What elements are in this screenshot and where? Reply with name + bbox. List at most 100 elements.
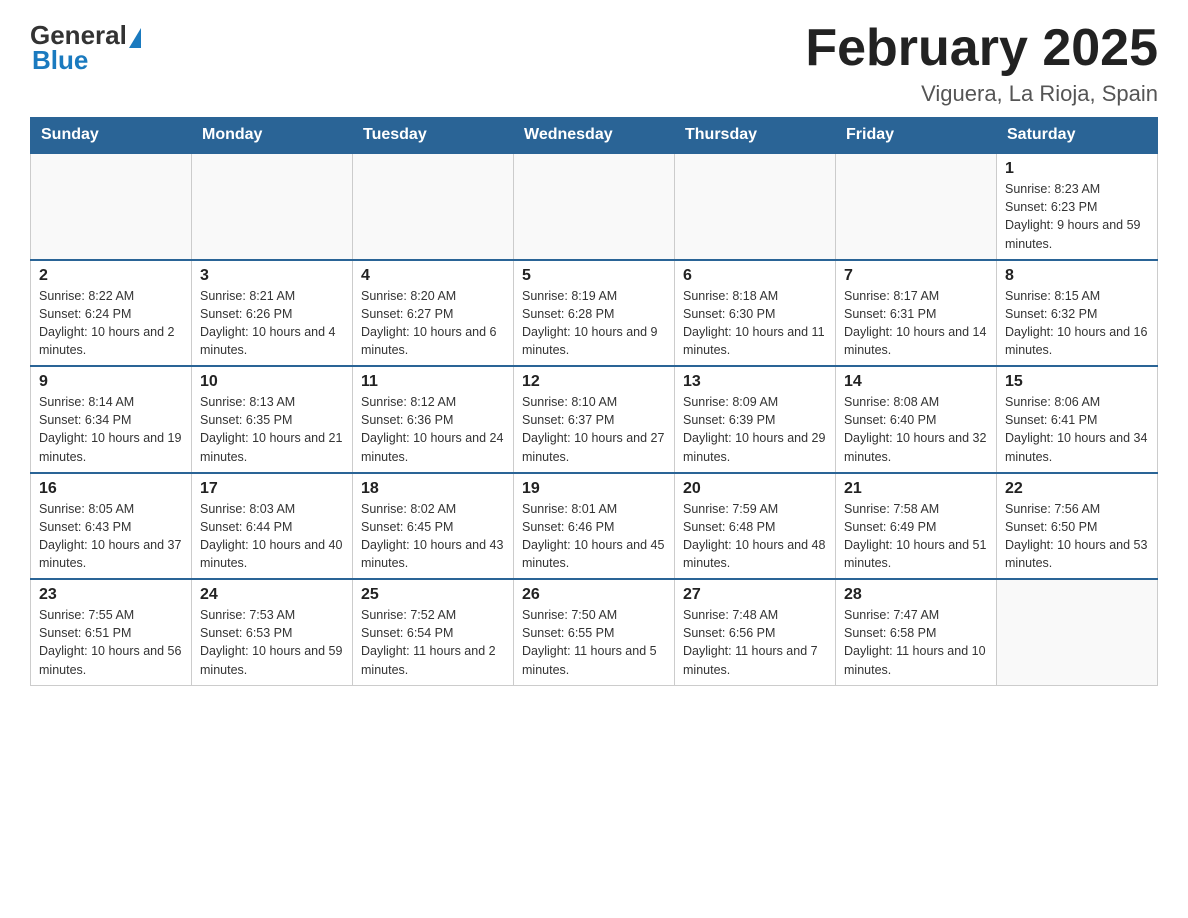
weekday-header-tuesday: Tuesday: [353, 118, 514, 154]
day-cell: [192, 153, 353, 260]
day-cell: 20 Sunrise: 7:59 AMSunset: 6:48 PMDayligh…: [675, 473, 836, 580]
day-info: Sunrise: 8:09 AMSunset: 6:39 PMDaylight:…: [683, 393, 827, 466]
day-info: Sunrise: 8:03 AMSunset: 6:44 PMDaylight:…: [200, 500, 344, 573]
day-cell: 9 Sunrise: 8:14 AMSunset: 6:34 PMDaylight…: [31, 366, 192, 473]
day-number: 1: [1005, 160, 1149, 178]
day-info: Sunrise: 8:13 AMSunset: 6:35 PMDaylight:…: [200, 393, 344, 466]
day-info: Sunrise: 8:20 AMSunset: 6:27 PMDaylight:…: [361, 287, 505, 360]
day-number: 23: [39, 586, 183, 604]
day-cell: 10 Sunrise: 8:13 AMSunset: 6:35 PMDayligh…: [192, 366, 353, 473]
day-info: Sunrise: 8:10 AMSunset: 6:37 PMDaylight:…: [522, 393, 666, 466]
day-cell: 19 Sunrise: 8:01 AMSunset: 6:46 PMDayligh…: [514, 473, 675, 580]
logo: General Blue: [30, 20, 141, 76]
day-cell: 12 Sunrise: 8:10 AMSunset: 6:37 PMDayligh…: [514, 366, 675, 473]
day-cell: 7Sunrise: 8:17 AMSunset: 6:31 PMDaylight…: [836, 260, 997, 367]
day-info: Sunrise: 8:21 AMSunset: 6:26 PMDaylight:…: [200, 287, 344, 360]
day-cell: 23 Sunrise: 7:55 AMSunset: 6:51 PMDayligh…: [31, 579, 192, 685]
day-info: Sunrise: 8:06 AMSunset: 6:41 PMDaylight:…: [1005, 393, 1149, 466]
day-number: 28: [844, 586, 988, 604]
day-info: Sunrise: 8:15 AMSunset: 6:32 PMDaylight:…: [1005, 287, 1149, 360]
day-number: 20: [683, 480, 827, 498]
logo-triangle-icon: [129, 28, 141, 48]
day-number: 21: [844, 480, 988, 498]
day-number: 6: [683, 267, 827, 285]
day-number: 18: [361, 480, 505, 498]
day-info: Sunrise: 7:55 AMSunset: 6:51 PMDaylight:…: [39, 606, 183, 679]
title-section: February 2025 Viguera, La Rioja, Spain: [805, 20, 1158, 107]
day-info: Sunrise: 8:05 AMSunset: 6:43 PMDaylight:…: [39, 500, 183, 573]
day-info: Sunrise: 7:52 AMSunset: 6:54 PMDaylight:…: [361, 606, 505, 679]
day-info: Sunrise: 7:56 AMSunset: 6:50 PMDaylight:…: [1005, 500, 1149, 573]
day-cell: 4 Sunrise: 8:20 AMSunset: 6:27 PMDaylight…: [353, 260, 514, 367]
day-cell: [514, 153, 675, 260]
day-cell: 21 Sunrise: 7:58 AMSunset: 6:49 PMDayligh…: [836, 473, 997, 580]
day-number: 13: [683, 373, 827, 391]
day-cell: 11 Sunrise: 8:12 AMSunset: 6:36 PMDayligh…: [353, 366, 514, 473]
weekday-header-monday: Monday: [192, 118, 353, 154]
day-cell: 17 Sunrise: 8:03 AMSunset: 6:44 PMDayligh…: [192, 473, 353, 580]
day-info: Sunrise: 8:08 AMSunset: 6:40 PMDaylight:…: [844, 393, 988, 466]
day-cell: 5 Sunrise: 8:19 AMSunset: 6:28 PMDaylight…: [514, 260, 675, 367]
day-info: Sunrise: 8:12 AMSunset: 6:36 PMDaylight:…: [361, 393, 505, 466]
location: Viguera, La Rioja, Spain: [805, 81, 1158, 107]
day-info: Sunrise: 8:23 AMSunset: 6:23 PMDaylight:…: [1005, 180, 1149, 253]
day-info: Sunrise: 7:48 AMSunset: 6:56 PMDaylight:…: [683, 606, 827, 679]
day-cell: 3 Sunrise: 8:21 AMSunset: 6:26 PMDaylight…: [192, 260, 353, 367]
day-info: Sunrise: 7:53 AMSunset: 6:53 PMDaylight:…: [200, 606, 344, 679]
day-number: 8: [1005, 267, 1149, 285]
day-info: Sunrise: 7:58 AMSunset: 6:49 PMDaylight:…: [844, 500, 988, 573]
week-row-5: 23 Sunrise: 7:55 AMSunset: 6:51 PMDayligh…: [31, 579, 1158, 685]
day-cell: 25Sunrise: 7:52 AMSunset: 6:54 PMDayligh…: [353, 579, 514, 685]
day-cell: 28 Sunrise: 7:47 AMSunset: 6:58 PMDayligh…: [836, 579, 997, 685]
day-number: 3: [200, 267, 344, 285]
day-info: Sunrise: 8:17 AMSunset: 6:31 PMDaylight:…: [844, 287, 988, 360]
day-info: Sunrise: 8:02 AMSunset: 6:45 PMDaylight:…: [361, 500, 505, 573]
day-cell: 27Sunrise: 7:48 AMSunset: 6:56 PMDayligh…: [675, 579, 836, 685]
day-cell: 1 Sunrise: 8:23 AMSunset: 6:23 PMDaylight…: [997, 153, 1158, 260]
day-number: 17: [200, 480, 344, 498]
calendar-table: SundayMondayTuesdayWednesdayThursdayFrid…: [30, 117, 1158, 686]
day-info: Sunrise: 7:50 AMSunset: 6:55 PMDaylight:…: [522, 606, 666, 679]
day-cell: [675, 153, 836, 260]
day-number: 19: [522, 480, 666, 498]
day-cell: [836, 153, 997, 260]
weekday-header-sunday: Sunday: [31, 118, 192, 154]
weekday-header-saturday: Saturday: [997, 118, 1158, 154]
day-number: 12: [522, 373, 666, 391]
month-title: February 2025: [805, 20, 1158, 77]
day-cell: 24 Sunrise: 7:53 AMSunset: 6:53 PMDayligh…: [192, 579, 353, 685]
day-number: 11: [361, 373, 505, 391]
day-number: 14: [844, 373, 988, 391]
day-cell: [31, 153, 192, 260]
day-number: 5: [522, 267, 666, 285]
day-number: 15: [1005, 373, 1149, 391]
day-cell: [997, 579, 1158, 685]
day-cell: 2Sunrise: 8:22 AMSunset: 6:24 PMDaylight…: [31, 260, 192, 367]
logo-blue: Blue: [32, 45, 88, 76]
day-cell: [353, 153, 514, 260]
day-cell: 22 Sunrise: 7:56 AMSunset: 6:50 PMDayligh…: [997, 473, 1158, 580]
day-number: 24: [200, 586, 344, 604]
day-cell: 16 Sunrise: 8:05 AMSunset: 6:43 PMDayligh…: [31, 473, 192, 580]
weekday-header-row: SundayMondayTuesdayWednesdayThursdayFrid…: [31, 118, 1158, 154]
day-number: 22: [1005, 480, 1149, 498]
day-cell: 14 Sunrise: 8:08 AMSunset: 6:40 PMDayligh…: [836, 366, 997, 473]
week-row-1: 1 Sunrise: 8:23 AMSunset: 6:23 PMDaylight…: [31, 153, 1158, 260]
day-info: Sunrise: 8:01 AMSunset: 6:46 PMDaylight:…: [522, 500, 666, 573]
weekday-header-friday: Friday: [836, 118, 997, 154]
day-info: Sunrise: 7:47 AMSunset: 6:58 PMDaylight:…: [844, 606, 988, 679]
day-number: 10: [200, 373, 344, 391]
day-number: 4: [361, 267, 505, 285]
week-row-3: 9 Sunrise: 8:14 AMSunset: 6:34 PMDaylight…: [31, 366, 1158, 473]
day-number: 16: [39, 480, 183, 498]
day-info: Sunrise: 8:14 AMSunset: 6:34 PMDaylight:…: [39, 393, 183, 466]
day-info: Sunrise: 8:22 AMSunset: 6:24 PMDaylight:…: [39, 287, 183, 360]
day-cell: 8 Sunrise: 8:15 AMSunset: 6:32 PMDaylight…: [997, 260, 1158, 367]
day-number: 9: [39, 373, 183, 391]
day-info: Sunrise: 7:59 AMSunset: 6:48 PMDaylight:…: [683, 500, 827, 573]
day-number: 26: [522, 586, 666, 604]
week-row-2: 2Sunrise: 8:22 AMSunset: 6:24 PMDaylight…: [31, 260, 1158, 367]
page-header: General Blue February 2025 Viguera, La R…: [30, 20, 1158, 107]
day-info: Sunrise: 8:18 AMSunset: 6:30 PMDaylight:…: [683, 287, 827, 360]
day-info: Sunrise: 8:19 AMSunset: 6:28 PMDaylight:…: [522, 287, 666, 360]
